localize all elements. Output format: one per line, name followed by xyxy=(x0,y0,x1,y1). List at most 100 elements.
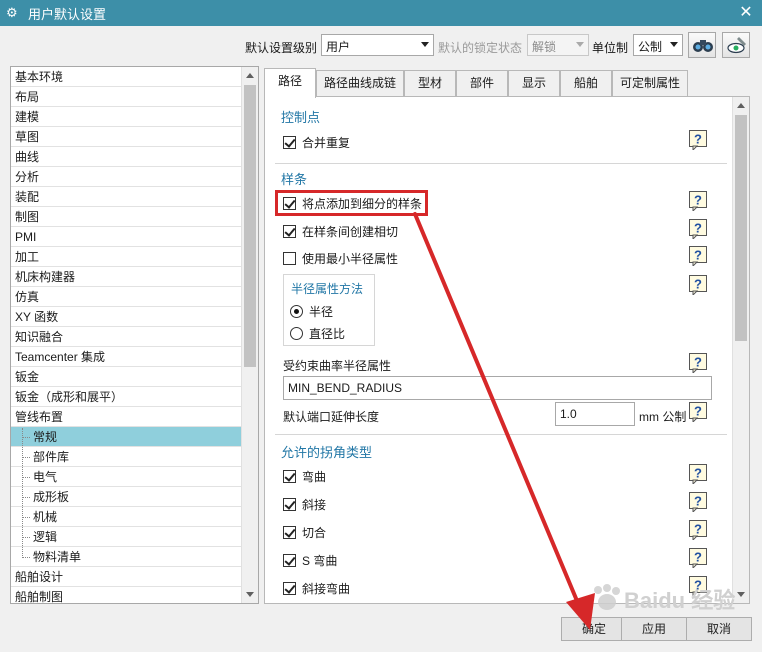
tree-item[interactable]: 分析 xyxy=(11,167,242,187)
tree-item[interactable]: 物料清单 xyxy=(11,547,242,567)
constrained-radius-input[interactable]: MIN_BEND_RADIUS xyxy=(283,376,712,400)
help-icon[interactable]: ? xyxy=(689,548,708,570)
tree-item[interactable]: 常规 xyxy=(11,427,242,447)
level-select[interactable]: 用户 xyxy=(321,34,434,56)
help-icon[interactable]: ? xyxy=(689,191,708,213)
use-min-radius-checkbox[interactable]: 使用最小半径属性 xyxy=(283,249,398,267)
scroll-up-icon[interactable] xyxy=(242,67,258,84)
tree-item[interactable]: 机械 xyxy=(11,507,242,527)
tree-item[interactable]: 基本环境 xyxy=(11,67,242,87)
corner-type-checkbox[interactable]: S 弯曲 xyxy=(283,551,337,569)
tree-item[interactable]: 草图 xyxy=(11,127,242,147)
checkbox-box[interactable] xyxy=(283,525,296,539)
tree-item[interactable]: XY 函数 xyxy=(11,307,242,327)
tree-item[interactable]: 曲线 xyxy=(11,147,242,167)
checkbox-box[interactable] xyxy=(283,251,296,265)
category-tree[interactable]: 基本环境 布局 建模 草图 曲线 分析 装配 制图 PMI 加工 机床构建器 仿真 XY 函数 知识融合 T… xyxy=(10,66,259,604)
tree-item[interactable]: 成形板 xyxy=(11,487,242,507)
group-control-points: 控制点 xyxy=(281,110,321,125)
close-icon[interactable]: ✕ xyxy=(736,3,756,23)
tab-path[interactable]: 路径 xyxy=(264,68,316,98)
tree-item[interactable]: 仿真 xyxy=(11,287,242,307)
help-icon[interactable]: ? xyxy=(689,219,708,241)
scrollbar-thumb[interactable] xyxy=(244,85,256,367)
diameter-ratio-radio[interactable]: 直径比 xyxy=(290,324,345,342)
tree-item[interactable]: Teamcenter 集成 xyxy=(11,347,242,367)
radio-button[interactable] xyxy=(290,304,303,318)
checkbox-box[interactable] xyxy=(283,224,296,238)
tree-item[interactable]: 部件库 xyxy=(11,447,242,467)
checkbox-box[interactable] xyxy=(283,497,296,511)
create-tangent-checkbox[interactable]: 在样条间创建相切 xyxy=(283,222,398,240)
port-extension-label: 默认端口延伸长度 xyxy=(283,410,380,424)
group-spline: 样条 xyxy=(281,172,308,187)
help-icon[interactable]: ? xyxy=(689,353,708,375)
unit-select[interactable]: 公制 xyxy=(633,34,683,56)
find-default-button[interactable] xyxy=(688,32,716,58)
help-icon[interactable]: ? xyxy=(689,402,708,424)
tab-custom-attributes[interactable]: 可定制属性 xyxy=(612,70,688,96)
lock-select: 解锁 xyxy=(527,34,589,56)
manage-settings-button[interactable] xyxy=(722,32,750,58)
checkbox-label: 斜接 xyxy=(302,497,327,512)
checkbox-box[interactable] xyxy=(283,469,296,483)
corner-type-checkbox[interactable]: 切合 xyxy=(283,523,326,541)
help-icon[interactable]: ? xyxy=(689,275,708,297)
corner-type-checkbox[interactable]: 斜接弯曲 xyxy=(283,579,350,597)
panel-scrollbar[interactable] xyxy=(732,97,749,603)
tree-scrollbar[interactable] xyxy=(241,67,258,603)
svg-text:?: ? xyxy=(694,466,702,481)
tree-item[interactable]: 知识融合 xyxy=(11,327,242,347)
radius-radio[interactable]: 半径 xyxy=(290,302,333,320)
tree-item[interactable]: 装配 xyxy=(11,187,242,207)
radio-label: 直径比 xyxy=(309,326,346,341)
level-label: 默认设置级别 xyxy=(245,41,318,55)
level-select-value: 用户 xyxy=(326,40,351,54)
annotation-highlight-box xyxy=(275,190,428,216)
cancel-button[interactable]: 取消 xyxy=(686,617,752,641)
help-icon[interactable]: ? xyxy=(689,130,708,152)
scrollbar-thumb[interactable] xyxy=(735,115,747,341)
help-icon[interactable]: ? xyxy=(689,246,708,268)
apply-button[interactable]: 应用 xyxy=(621,617,687,641)
tab-stock[interactable]: 型材 xyxy=(404,70,456,96)
help-icon[interactable]: ? xyxy=(689,464,708,486)
baidu-watermark: Baidu 经验 xyxy=(580,580,740,620)
merge-duplicates-checkbox[interactable]: 合并重复 xyxy=(283,133,350,151)
corner-type-checkbox[interactable]: 斜接 xyxy=(283,495,326,513)
tab-path-chain[interactable]: 路径曲线成链 xyxy=(316,70,404,96)
tree-item[interactable]: 船舶设计 xyxy=(11,567,242,587)
checkbox-box[interactable] xyxy=(283,135,296,149)
ok-button[interactable]: 确定 xyxy=(561,617,627,641)
scroll-down-icon[interactable] xyxy=(242,586,258,603)
checkbox-box[interactable] xyxy=(283,553,296,567)
radio-button[interactable] xyxy=(290,326,303,340)
svg-text:?: ? xyxy=(694,132,702,147)
help-icon[interactable]: ? xyxy=(689,520,708,542)
help-icon[interactable]: ? xyxy=(689,492,708,514)
tree-item[interactable]: 钣金（成形和展平） xyxy=(11,387,242,407)
tree-item[interactable]: 船舶制图 xyxy=(11,587,242,603)
tree-item[interactable]: 管线布置 xyxy=(11,407,242,427)
tree-item[interactable]: 布局 xyxy=(11,87,242,107)
eye-wrench-icon xyxy=(727,37,746,54)
tree-item[interactable]: 机床构建器 xyxy=(11,267,242,287)
tree-item[interactable]: 加工 xyxy=(11,247,242,267)
tree-item[interactable]: 制图 xyxy=(11,207,242,227)
lock-select-value: 解锁 xyxy=(532,40,557,54)
tree-item[interactable]: 钣金 xyxy=(11,367,242,387)
tab-part[interactable]: 部件 xyxy=(456,70,508,96)
scroll-up-icon[interactable] xyxy=(733,97,749,114)
constrained-radius-label: 受约束曲率半径属性 xyxy=(283,359,392,373)
checkbox-box[interactable] xyxy=(283,581,296,595)
tree-item[interactable]: 建模 xyxy=(11,107,242,127)
tree-item[interactable]: 电气 xyxy=(11,467,242,487)
port-extension-input[interactable]: 1.0 xyxy=(555,402,635,426)
checkbox-label: 合并重复 xyxy=(302,135,351,150)
radius-method-header: 半径属性方法 xyxy=(291,282,364,296)
tree-item[interactable]: 逻辑 xyxy=(11,527,242,547)
tab-display[interactable]: 显示 xyxy=(508,70,560,96)
tree-item[interactable]: PMI xyxy=(11,227,242,247)
tab-ship[interactable]: 船舶 xyxy=(560,70,612,96)
corner-type-checkbox[interactable]: 弯曲 xyxy=(283,467,326,485)
